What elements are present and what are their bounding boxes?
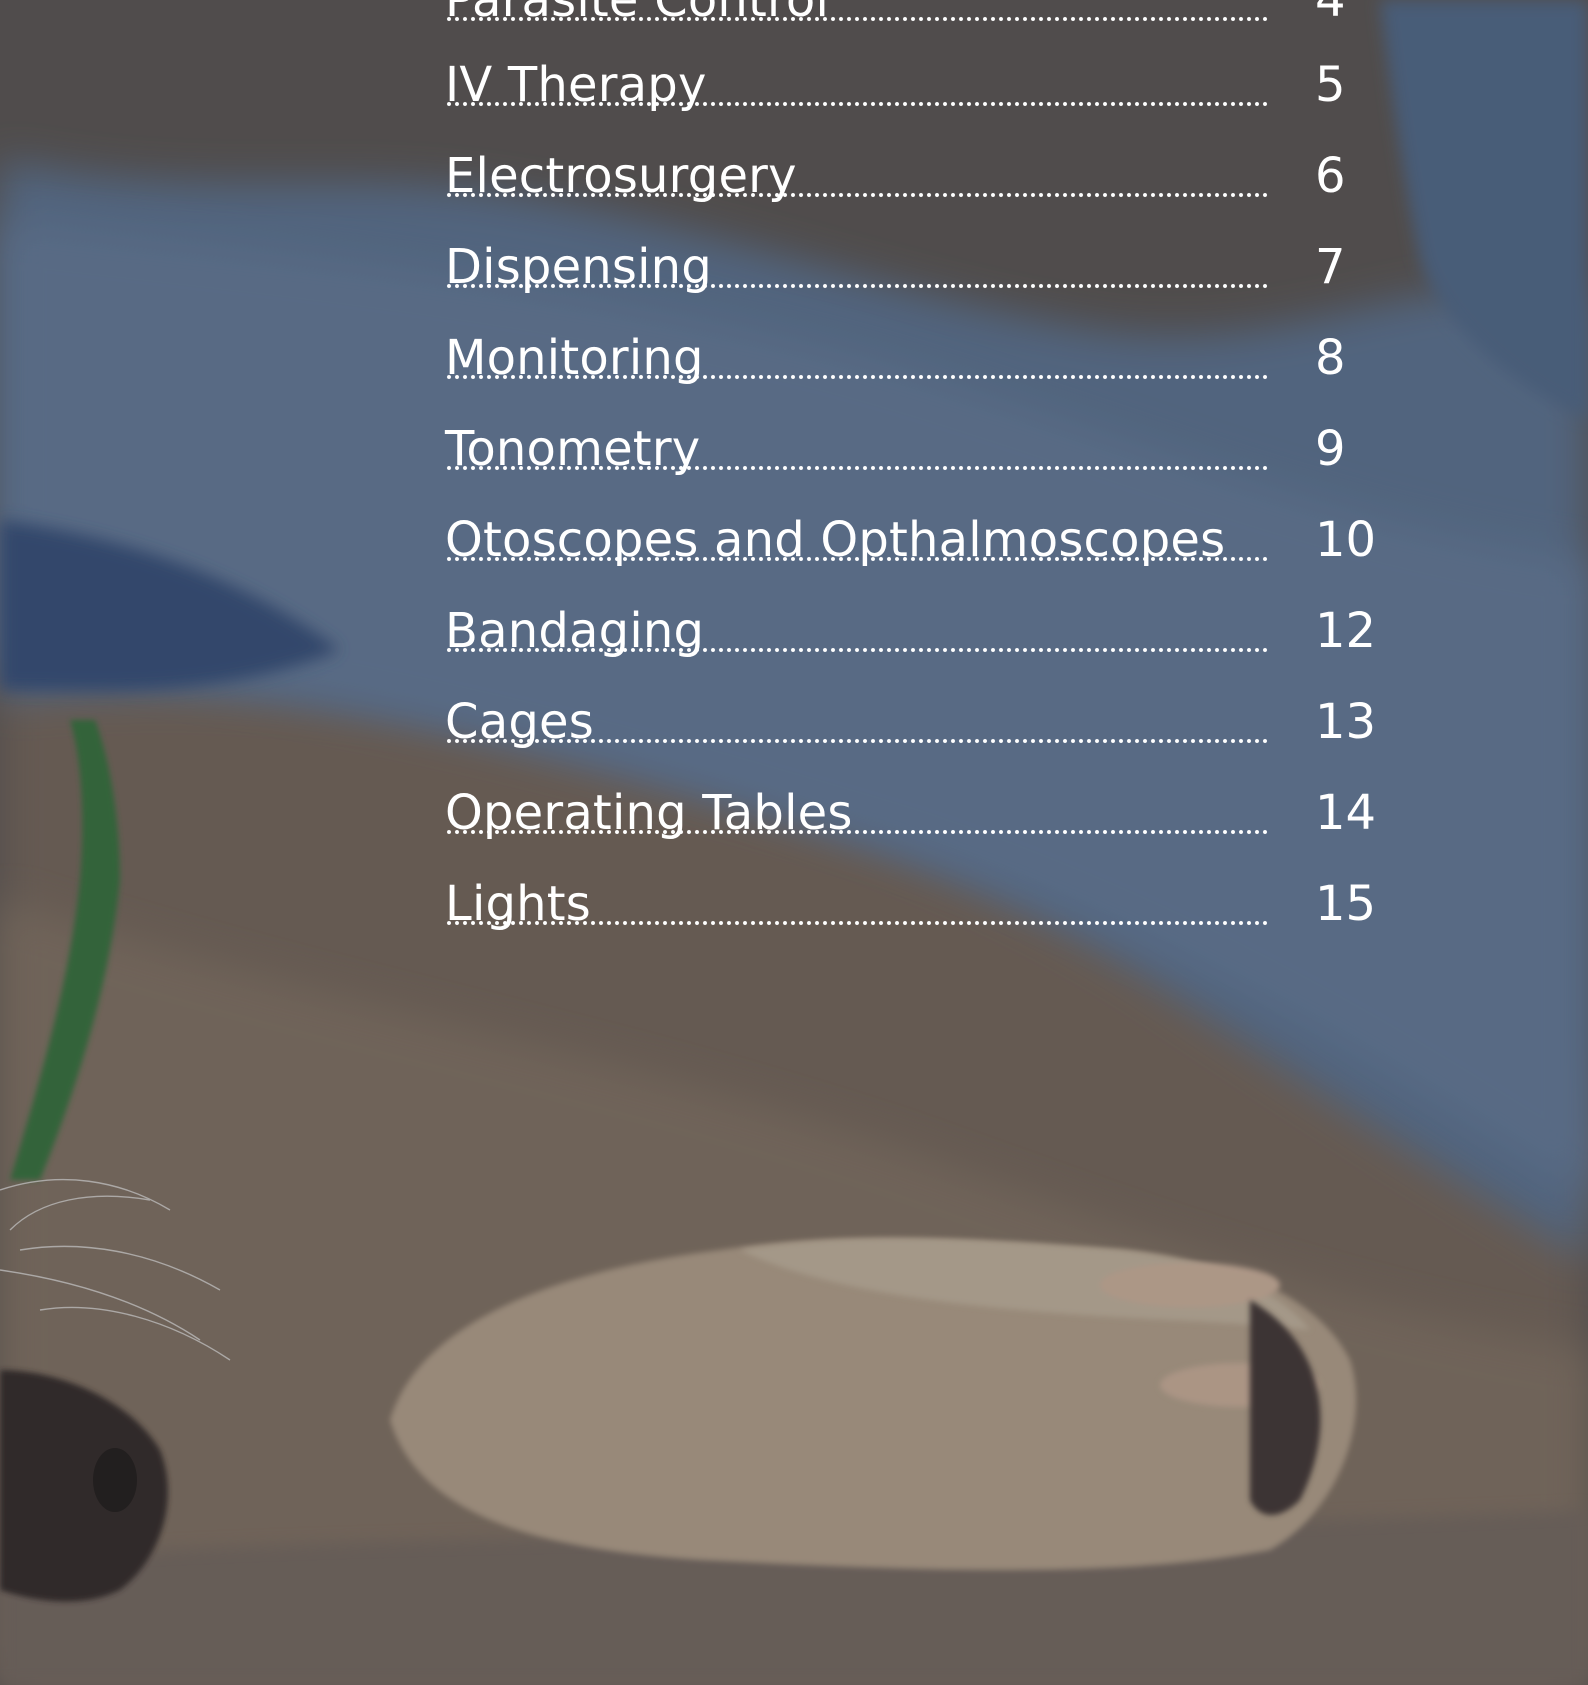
toc-entry-page: 5	[1315, 57, 1346, 113]
toc-entry-page: 10	[1315, 512, 1377, 568]
toc-entry-title: Tonometry	[445, 421, 701, 477]
toc-entry-title: Dispensing	[445, 239, 712, 295]
toc-entry-page: 12	[1315, 603, 1377, 659]
toc-entry[interactable]: Lights 15	[445, 874, 1395, 934]
toc-entry[interactable]: Otoscopes and Opthalmoscopes 10	[445, 510, 1395, 570]
toc-entry-title: Cages	[445, 694, 594, 750]
toc-entry-page: 7	[1315, 239, 1346, 295]
toc-entry-page: 15	[1315, 876, 1377, 932]
toc-entry[interactable]: Electrosurgery 6	[445, 146, 1395, 206]
toc-entry-page: 14	[1315, 785, 1377, 841]
toc-entry-page: 8	[1315, 330, 1346, 386]
toc-entry[interactable]: Dispensing 7	[445, 237, 1395, 297]
toc-entry[interactable]: Bandaging 12	[445, 601, 1395, 661]
toc-entry-title: IV Therapy	[445, 57, 707, 113]
toc-entry[interactable]: Tonometry 9	[445, 419, 1395, 479]
table-of-contents: Parasite Control 4 IV Therapy 5 Electros…	[445, 0, 1395, 1000]
toc-entry[interactable]: Monitoring 8	[445, 328, 1395, 388]
toc-entry-page: 6	[1315, 148, 1346, 204]
toc-entry[interactable]: Cages 13	[445, 692, 1395, 752]
toc-entry[interactable]: Parasite Control 4	[445, 0, 1395, 30]
toc-entry[interactable]: IV Therapy 5	[445, 55, 1395, 115]
toc-entry-page: 13	[1315, 694, 1377, 750]
toc-entry[interactable]: Operating Tables 14	[445, 783, 1395, 843]
toc-entry-title: Monitoring	[445, 330, 704, 386]
toc-entry-page: 9	[1315, 421, 1346, 477]
toc-entry-title: Bandaging	[445, 603, 705, 659]
toc-page: Parasite Control 4 IV Therapy 5 Electros…	[0, 0, 1588, 1685]
toc-entry-title: Otoscopes and Opthalmoscopes	[445, 512, 1226, 568]
toc-entry-title: Parasite Control	[445, 0, 830, 28]
toc-entry-title: Lights	[445, 876, 591, 932]
toc-entry-title: Electrosurgery	[445, 148, 797, 204]
toc-entry-title: Operating Tables	[445, 785, 853, 841]
toc-entry-page: 4	[1315, 0, 1346, 28]
